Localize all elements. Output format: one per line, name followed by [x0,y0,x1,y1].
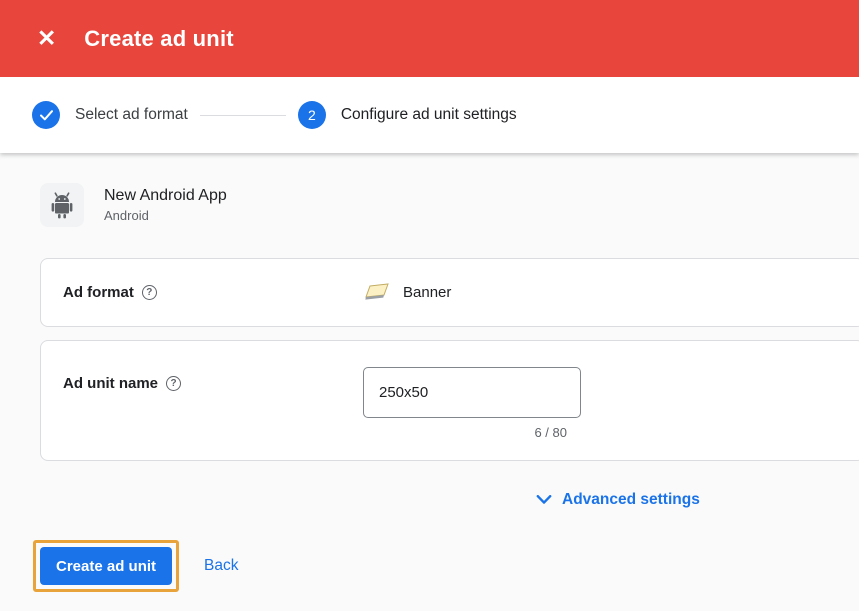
back-button[interactable]: Back [204,557,238,575]
advanced-settings-label: Advanced settings [562,491,700,509]
create-ad-unit-dialog: ✕ Create ad unit Select ad format 2 Conf… [0,0,859,611]
step2-label: Configure ad unit settings [341,106,517,124]
app-text: New Android App Android [104,187,227,223]
app-summary: New Android App Android [40,183,227,227]
step-configure-settings: 2 Configure ad unit settings [298,101,517,129]
ad-format-help-icon[interactable]: ? [142,285,157,300]
ad-format-card: Ad format ? Banner [40,258,859,327]
step2-number-badge: 2 [298,101,326,129]
android-icon [40,183,84,227]
dialog-header: ✕ Create ad unit [0,0,859,77]
ad-format-value: Banner [403,284,451,301]
ad-unit-name-input[interactable] [363,367,581,418]
dialog-title: Create ad unit [84,26,234,52]
ad-unit-name-input-column: 6 / 80 [363,367,581,440]
step-connector-line [200,115,286,116]
ad-unit-name-card: Ad unit name ? 6 / 80 [40,340,859,461]
stepper: Select ad format 2 Configure ad unit set… [0,77,859,153]
step1-label: Select ad format [75,106,188,124]
app-platform: Android [104,208,227,223]
content-area: New Android App Android Ad format ? Bann… [0,153,859,611]
close-icon[interactable]: ✕ [37,27,56,50]
create-ad-unit-button[interactable]: Create ad unit [40,547,172,585]
app-name: New Android App [104,187,227,205]
chevron-down-icon [536,495,552,505]
char-counter: 6 / 80 [363,425,581,440]
banner-format-icon [363,283,391,303]
step1-check-icon [32,101,60,129]
ad-unit-name-label: Ad unit name [63,375,158,392]
footer-actions: Create ad unit Back [33,540,239,592]
step-select-ad-format[interactable]: Select ad format [32,101,188,129]
ad-format-label: Ad format [63,284,134,301]
ad-format-value-block: Banner [363,283,451,303]
advanced-settings-toggle[interactable]: Advanced settings [536,491,700,509]
highlight-annotation-box: Create ad unit [33,540,179,592]
ad-format-label-block: Ad format ? [41,284,363,301]
ad-unit-name-help-icon[interactable]: ? [166,376,181,391]
ad-unit-name-label-block: Ad unit name ? [41,375,363,392]
